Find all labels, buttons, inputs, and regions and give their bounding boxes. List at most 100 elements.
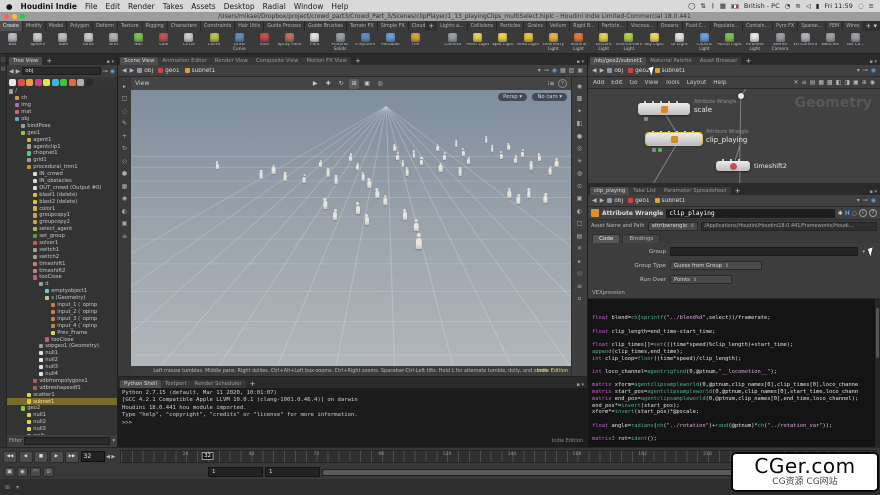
shelf-tab[interactable]: Vellum (547, 21, 570, 31)
context-filter-icon[interactable] (77, 79, 84, 86)
tree-item[interactable]: geo1 (7, 129, 117, 136)
status-icon[interactable]: ⇅ (700, 2, 705, 10)
frame-step-back-icon[interactable]: ◀ (106, 454, 110, 460)
shelf-tool[interactable]: Gsi Ca... (843, 31, 868, 53)
display-option-icon[interactable]: ▫ (575, 294, 585, 304)
menubar-item[interactable]: Edit (106, 2, 121, 11)
viewport-tool-icon[interactable]: ▦ (120, 181, 130, 191)
viewport-tool-icon[interactable]: ◌ (120, 106, 130, 116)
houdini-help-icon[interactable]: H (845, 210, 850, 217)
shelf-tab[interactable]: Wires (843, 21, 862, 31)
traffic-light-button[interactable] (12, 14, 17, 19)
breadcrumb-item[interactable]: subnet1 (655, 198, 686, 204)
shelf-tab[interactable]: Modify (23, 21, 46, 31)
status-icon[interactable]: ◯ (688, 2, 695, 10)
scrollbar-thumb[interactable] (876, 308, 879, 358)
shelf-tool[interactable]: L-System (353, 31, 378, 53)
view-menu-label[interactable]: View (135, 80, 149, 87)
menubar-item[interactable]: Help (331, 2, 348, 11)
python-shell-output[interactable]: Python 2.7.15 (default, Mar 11 2020, 10:… (118, 388, 587, 447)
shelf-tab[interactable]: Fluid C... (683, 21, 711, 31)
tree-item[interactable]: null3 (7, 426, 117, 433)
dropdown-icon[interactable]: ▾ (857, 67, 860, 74)
snap-tool-icon[interactable]: ◎ (375, 79, 385, 89)
shelf-tab[interactable]: Grains (524, 21, 547, 31)
pane-handle-icon[interactable]: ◫ (1, 57, 6, 63)
dropdown-icon[interactable]: ▾ (857, 197, 860, 204)
display-option-icon[interactable]: ◎ (575, 144, 585, 154)
pane-tab[interactable]: Material Palette (646, 57, 696, 65)
breadcrumb-item[interactable]: geo1 (628, 198, 649, 204)
shelf-tool[interactable]: Grid (101, 31, 126, 53)
display-option-icon[interactable]: ◧ (575, 119, 585, 129)
display-option-icon[interactable]: ◇ (575, 269, 585, 279)
menubar-clock[interactable]: Fri 11:59 (824, 2, 853, 10)
shelf-tool[interactable]: GI Light (667, 31, 692, 53)
status-icon[interactable]: ▦ (720, 2, 726, 10)
help-icon[interactable]: ? (558, 79, 567, 88)
shelf-tool[interactable]: Spray Paint (277, 31, 302, 53)
tree-item[interactable]: d (7, 281, 117, 288)
tree-item[interactable]: img (7, 102, 117, 109)
search-icon[interactable]: ◌ (852, 210, 857, 217)
forward-icon[interactable]: ▶ (600, 197, 605, 204)
shelf-tool[interactable]: Stereo Camera (767, 31, 792, 53)
tree-item[interactable]: select_agent (7, 226, 117, 233)
breadcrumb-item[interactable]: subnet1 (185, 68, 216, 74)
shelf-tool[interactable]: Caustic Light (692, 31, 717, 53)
shelf-tool[interactable]: Box (0, 31, 25, 53)
shelf-tab[interactable]: Populate... (711, 21, 743, 31)
shelf-tab[interactable]: Characters (168, 21, 201, 31)
node-name-field[interactable]: clip_playing (666, 209, 834, 218)
tree-item[interactable]: scatter1 (7, 391, 117, 398)
display-option-icon[interactable]: ✕ (575, 244, 585, 254)
network-toolbar-icon[interactable]: ▤ (810, 79, 816, 86)
network-menu-item[interactable]: Help (713, 80, 726, 86)
status-dropdown-icon[interactable]: ▾ (16, 484, 19, 491)
back-icon[interactable]: ◀ (122, 67, 127, 74)
shelf-tab[interactable]: Simple FX (378, 21, 409, 31)
layout-icon[interactable]: ▣ (577, 67, 583, 74)
tree-item[interactable]: OUT_crowd (Output #0) (7, 184, 117, 191)
asset-select[interactable]: attribwrangle⇕ (648, 222, 699, 231)
shelf-tool[interactable]: Font (302, 31, 327, 53)
network-toolbar-icon[interactable]: ≡ (802, 79, 807, 86)
filter-menu-icon[interactable]: ▾ (112, 438, 115, 444)
current-frame-field[interactable]: 32 (81, 451, 105, 462)
display-option-icon[interactable]: ▣ (575, 194, 585, 204)
tree-item[interactable]: vdbfrompolygons1 (7, 377, 117, 384)
tree-item[interactable]: timeshift2 (7, 267, 117, 274)
pane-tab[interactable]: Asset Browser (696, 57, 742, 65)
menubar-item[interactable]: Window (294, 2, 324, 11)
status-icon[interactable]: ◁ (806, 2, 811, 10)
group-type-select[interactable]: Guess from Group⇕ (670, 261, 762, 270)
network-toolbar-icon[interactable]: ◨ (844, 79, 850, 86)
link-icon[interactable]: ◉ (110, 68, 115, 75)
network-menu-item[interactable]: Edit (611, 80, 622, 86)
tree-item[interactable]: obj (7, 116, 117, 123)
tab-tree-view[interactable]: Tree View (9, 57, 42, 65)
viewport-tool-icon[interactable]: ✎ (120, 119, 130, 129)
new-tab-button[interactable]: + (352, 57, 364, 65)
tree-item[interactable]: sopgeo1 (Geometry) (7, 343, 117, 350)
status-icon[interactable]: ≋ (795, 2, 800, 10)
context-filter-icon[interactable] (26, 79, 33, 86)
help-icon[interactable]: ? (869, 209, 877, 217)
traffic-light-button[interactable] (20, 14, 25, 19)
pin-icon[interactable]: ⊸ (103, 68, 108, 75)
viewport-tool-icon[interactable]: ▣ (120, 219, 130, 229)
display-option-icon[interactable]: ✦ (575, 106, 585, 116)
tree-item[interactable]: emptyobject1 (7, 288, 117, 295)
group-input[interactable] (670, 247, 858, 256)
transport-button[interactable]: ▶ (50, 451, 64, 463)
display-option-icon[interactable]: ✳ (575, 156, 585, 166)
link-icon[interactable]: ◉ (871, 67, 876, 74)
pane-tab[interactable]: Animation Editor (158, 57, 210, 65)
display-option-icon[interactable]: □ (575, 219, 585, 229)
shelf-tool[interactable]: Line (151, 31, 176, 53)
context-filter-icon[interactable] (35, 79, 42, 86)
viewport-tool-icon[interactable]: ◇ (120, 156, 130, 166)
shelf-tab[interactable]: Terrain FX (347, 21, 378, 31)
tree-item[interactable]: solver1 (7, 240, 117, 247)
viewport-tool-icon[interactable]: ≡ (120, 231, 130, 241)
